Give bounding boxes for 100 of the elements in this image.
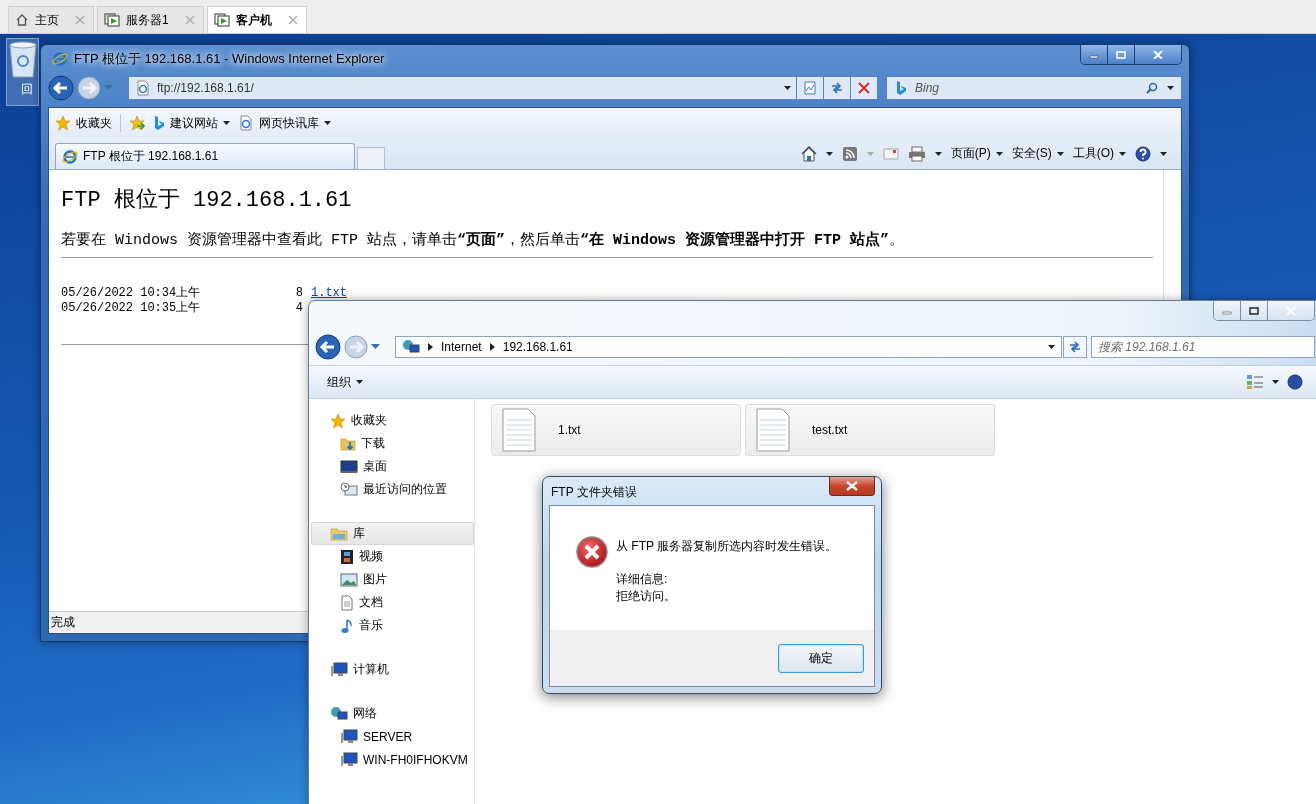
folder-arrow-icon xyxy=(340,435,356,452)
feed-icon[interactable] xyxy=(841,145,858,162)
star-icon xyxy=(55,115,71,131)
caret-icon[interactable] xyxy=(934,151,942,156)
nav-item[interactable]: 文档 xyxy=(311,591,474,614)
file-size: 8 xyxy=(294,286,303,301)
menu-button[interactable]: 安全(S) xyxy=(1011,145,1064,162)
menu-button[interactable]: 工具(O) xyxy=(1072,145,1126,162)
maximize-button[interactable] xyxy=(1108,45,1135,64)
home-icon xyxy=(15,13,29,27)
close-button[interactable] xyxy=(829,477,875,496)
nav-item[interactable]: SERVER xyxy=(311,725,474,748)
globe-computer-icon xyxy=(402,339,420,355)
caret-icon[interactable] xyxy=(995,151,1003,156)
file-size: 4 xyxy=(294,301,303,316)
caret-icon[interactable] xyxy=(1119,151,1126,156)
clock-screen-icon xyxy=(340,481,358,498)
vm-tab[interactable]: 客户机 xyxy=(206,6,307,33)
close-icon xyxy=(846,481,858,491)
close-icon xyxy=(1153,50,1163,59)
maximize-icon xyxy=(1249,306,1259,315)
nav-item[interactable]: 收藏夹 xyxy=(311,409,474,432)
computer-icon xyxy=(340,728,358,745)
dropdown-caret-icon[interactable] xyxy=(1167,86,1174,90)
ok-button[interactable]: 确定 xyxy=(778,643,864,673)
browser-tab[interactable]: FTP 根位于 192.168.1.61 xyxy=(55,143,355,169)
error-message: 从 FTP 服务器复制所选内容时发生错误。 xyxy=(616,538,838,555)
broken-page-icon xyxy=(803,81,817,95)
vm-tab[interactable]: 服务器1 xyxy=(97,6,204,33)
nav-item[interactable]: 计算机 xyxy=(311,658,474,681)
envelope-icon[interactable] xyxy=(882,147,899,160)
organize-button[interactable]: 组织 xyxy=(327,373,363,391)
folder-icon xyxy=(330,525,348,542)
dialog-title: FTP 文件夹错误 xyxy=(551,484,637,501)
file-date: 05/26/2022 10:35上午 xyxy=(61,301,202,316)
search-icon[interactable] xyxy=(1146,82,1158,94)
add-favorite-icon[interactable] xyxy=(129,115,145,131)
computer-icon xyxy=(330,661,348,678)
caret-icon[interactable] xyxy=(223,121,230,125)
chevron-icon xyxy=(489,343,495,351)
breadcrumb-field[interactable]: Internet 192.168.1.61 xyxy=(395,336,1062,358)
nav-item[interactable]: 库 xyxy=(311,522,474,545)
view-options-icon[interactable] xyxy=(1246,374,1264,390)
file-date: 05/26/2022 10:34上午 xyxy=(61,286,202,301)
nav-item[interactable]: 最近访问的位置 xyxy=(311,478,474,501)
caret-icon[interactable] xyxy=(1272,380,1279,384)
dropdown-caret-icon[interactable] xyxy=(1048,345,1055,349)
favorites-item[interactable]: 收藏夹 xyxy=(55,114,112,132)
nav-item[interactable]: 桌面 xyxy=(311,455,474,478)
picture-icon xyxy=(340,572,358,587)
minimize-button[interactable] xyxy=(1214,301,1241,320)
nav-item[interactable]: 视频 xyxy=(311,545,474,568)
favorites-item[interactable]: 网页快讯库 xyxy=(238,114,331,132)
caret-icon[interactable] xyxy=(1160,151,1167,156)
film-strip-icon xyxy=(340,548,354,565)
caret-icon[interactable] xyxy=(1056,151,1064,156)
details-label: 详细信息: xyxy=(616,571,669,588)
nav-item[interactable]: 网络 xyxy=(311,702,474,725)
search-field[interactable]: 搜索 192.168.1.61 xyxy=(1091,336,1315,358)
error-icon xyxy=(576,536,608,568)
maximize-button[interactable] xyxy=(1241,301,1268,320)
desktop-shortcut[interactable]: 回 xyxy=(6,38,39,106)
browser-e-icon xyxy=(52,51,68,67)
desktop-icon xyxy=(340,459,358,474)
back-button[interactable] xyxy=(315,334,341,360)
caret-icon[interactable] xyxy=(356,380,363,384)
menu-button[interactable]: 页面(P) xyxy=(950,145,1003,162)
nav-item[interactable]: WIN-FH0IFHOKVM xyxy=(311,748,474,771)
page-e-icon xyxy=(238,115,254,131)
search-field[interactable]: Bing xyxy=(886,76,1182,100)
details-text: 拒绝访问。 xyxy=(616,588,677,605)
caret-icon xyxy=(866,151,874,156)
dropdown-caret-icon[interactable] xyxy=(784,86,791,90)
minimize-button[interactable] xyxy=(1081,45,1108,64)
caret-icon[interactable] xyxy=(324,121,331,125)
file-link[interactable]: 1.txt xyxy=(311,286,347,301)
refresh-button[interactable] xyxy=(823,76,851,100)
nav-item[interactable]: 图片 xyxy=(311,568,474,591)
globe-computer-icon xyxy=(330,705,348,722)
stop-button[interactable] xyxy=(850,76,878,100)
star-icon xyxy=(330,412,346,429)
music-note-icon xyxy=(340,617,354,634)
address-field[interactable]: ftp://192.168.1.61/ xyxy=(128,76,798,100)
refresh-button[interactable] xyxy=(1063,336,1087,358)
back-button[interactable] xyxy=(48,75,74,101)
text-file-icon xyxy=(756,408,790,452)
nav-item[interactable]: 下载 xyxy=(311,432,474,455)
text-file-icon xyxy=(502,408,536,452)
favorites-item[interactable]: 建议网站 xyxy=(153,114,230,132)
file-tile[interactable]: 1.txt xyxy=(491,404,741,456)
file-tile[interactable]: test.txt xyxy=(745,404,995,456)
compatibility-button[interactable] xyxy=(796,76,824,100)
home-icon[interactable] xyxy=(800,145,817,162)
chevron-icon xyxy=(428,343,433,351)
caret-icon[interactable] xyxy=(825,151,833,156)
monitor-play-icon xyxy=(104,13,120,27)
vm-tab[interactable]: 主页 xyxy=(8,6,94,33)
refresh-icon xyxy=(830,81,844,95)
refresh-icon xyxy=(1068,340,1082,354)
printer-icon[interactable] xyxy=(907,145,926,162)
